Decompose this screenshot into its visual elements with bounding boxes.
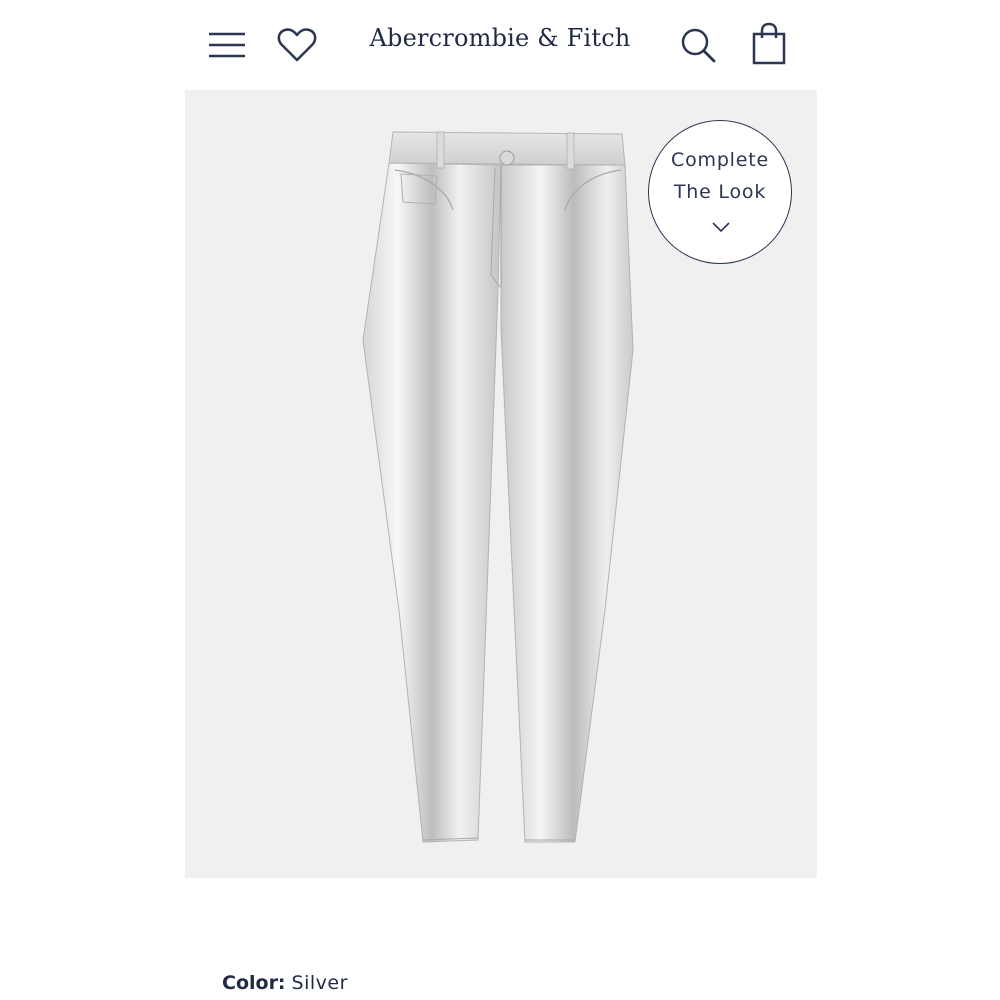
product-page: Abercrombie & Fitch Complete The Look Co…: [185, 0, 817, 1000]
complete-the-look-label-line2: The Look: [673, 181, 767, 203]
product-image-area[interactable]: Complete The Look: [185, 90, 817, 878]
site-header: Abercrombie & Fitch: [185, 0, 817, 90]
shopping-bag-icon[interactable]: [751, 22, 787, 66]
hamburger-menu-icon[interactable]: [207, 28, 247, 62]
product-details: Color: Silver: [185, 878, 817, 1000]
heart-icon[interactable]: [277, 26, 317, 64]
chevron-down-icon: [712, 222, 730, 233]
complete-the-look-button[interactable]: Complete The Look: [648, 120, 792, 264]
search-icon[interactable]: [679, 26, 717, 64]
complete-the-look-label-line1: Complete: [671, 149, 769, 171]
color-label: Color:: [222, 972, 286, 994]
color-selection-row: Color: Silver: [222, 972, 348, 994]
brand-logo[interactable]: Abercrombie & Fitch: [360, 24, 640, 52]
color-value: Silver: [291, 972, 348, 994]
